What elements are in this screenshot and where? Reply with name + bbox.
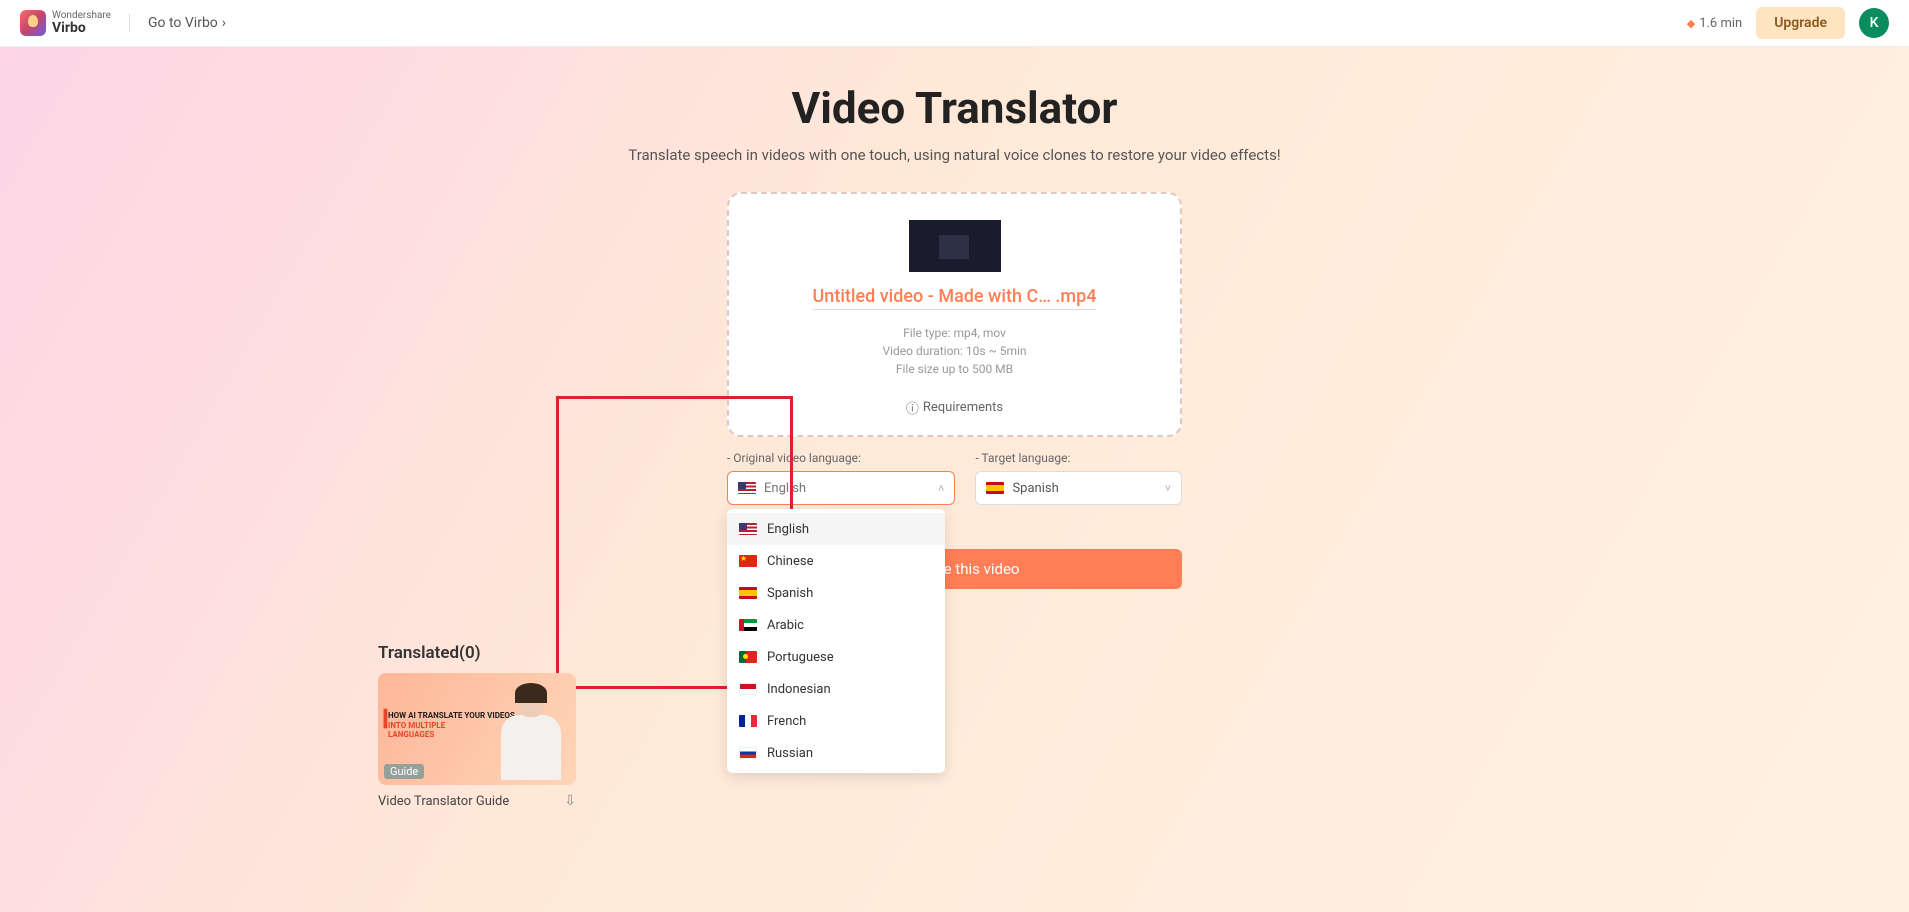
language-option[interactable]: Chinese xyxy=(727,545,945,577)
minutes-remaining[interactable]: ◆ 1.6 min xyxy=(1687,16,1742,31)
requirements-label: Requirements xyxy=(923,400,1003,415)
language-row: - Original video language: ˄ - Target la… xyxy=(727,451,1182,505)
chevron-right-icon: › xyxy=(222,15,226,31)
target-language-col: - Target language: Spanish ˅ xyxy=(975,451,1182,505)
original-language-col: - Original video language: ˄ xyxy=(727,451,955,505)
language-option[interactable]: Portuguese xyxy=(727,641,945,673)
upload-card[interactable]: Untitled video - Made with C… .mp4 File … xyxy=(727,192,1182,437)
target-language-value: Spanish xyxy=(1012,481,1058,496)
translated-heading: Translated(0) xyxy=(378,643,1909,663)
language-option[interactable]: Indonesian xyxy=(727,673,945,705)
language-option-label: Russian xyxy=(767,746,813,761)
chevron-down-icon: ˅ xyxy=(1165,482,1171,495)
brand-bottom: Virbo xyxy=(52,21,111,36)
go-to-virbo-label: Go to Virbo xyxy=(148,15,218,31)
language-option[interactable]: English xyxy=(727,513,945,545)
flag-ru-icon xyxy=(739,747,757,759)
language-option-label: Indonesian xyxy=(767,682,831,697)
brand-text: Wondershare Virbo xyxy=(52,10,111,36)
language-option-label: Arabic xyxy=(767,618,804,633)
requirements-link[interactable]: ⓘ Requirements xyxy=(749,398,1160,417)
app-header: Wondershare Virbo Go to Virbo › ◆ 1.6 mi… xyxy=(0,0,1909,47)
video-thumbnail xyxy=(909,220,1001,272)
flag-us-icon xyxy=(738,482,756,494)
user-avatar[interactable]: K xyxy=(1859,8,1889,38)
language-dropdown: English Chinese Spanish Arabic Portuguese Ind… xyxy=(727,509,945,773)
minutes-text: 1.6 min xyxy=(1699,16,1742,31)
guide-thumbnail: ▎ HOW AI TRANSLATE YOUR VIDEOS INTO MULT… xyxy=(378,673,576,785)
page-title: Video Translator xyxy=(0,82,1909,134)
language-option-label: French xyxy=(767,714,806,729)
file-type-info: File type: mp4, mov xyxy=(749,324,1160,342)
header-right: ◆ 1.6 min Upgrade K xyxy=(1687,7,1889,39)
brand-logo[interactable]: Wondershare Virbo xyxy=(20,10,111,36)
target-language-select[interactable]: Spanish ˅ xyxy=(975,471,1182,505)
guide-title: Video Translator Guide xyxy=(378,794,509,809)
language-option-label: Chinese xyxy=(767,554,813,569)
uploaded-file-name: Untitled video - Made with C… .mp4 xyxy=(813,286,1097,310)
header-divider xyxy=(129,14,130,32)
original-language-select[interactable]: ˄ xyxy=(727,471,955,505)
language-option[interactable]: French xyxy=(727,705,945,737)
flag-pt-icon xyxy=(739,651,757,663)
flag-es-icon xyxy=(986,482,1004,494)
language-option[interactable]: Arabic xyxy=(727,609,945,641)
language-option-label: English xyxy=(767,522,809,537)
flag-us-icon xyxy=(739,523,757,535)
diamond-icon: ◆ xyxy=(1687,17,1695,30)
flag-id-icon xyxy=(739,683,757,695)
original-language-label: - Original video language: xyxy=(727,451,955,465)
file-info: File type: mp4, mov Video duration: 10s … xyxy=(749,324,1160,378)
virbo-logo-icon xyxy=(20,10,46,36)
chevron-up-icon: ˄ xyxy=(938,482,944,495)
file-size-info: File size up to 500 MB xyxy=(749,360,1160,378)
language-option[interactable]: Spanish xyxy=(727,577,945,609)
upgrade-button[interactable]: Upgrade xyxy=(1756,7,1845,39)
main-content: Video Translator Translate speech in vid… xyxy=(0,47,1909,912)
question-circle-icon: ⓘ xyxy=(906,398,919,417)
header-left: Wondershare Virbo Go to Virbo › xyxy=(20,10,226,36)
flag-cn-icon xyxy=(739,555,757,567)
flag-es-icon xyxy=(739,587,757,599)
page-subtitle: Translate speech in videos with one touc… xyxy=(0,146,1909,164)
download-icon[interactable]: ⇩ xyxy=(564,793,576,809)
guide-badge: Guide xyxy=(384,764,424,779)
language-option[interactable]: Russian xyxy=(727,737,945,769)
target-language-label: - Target language: xyxy=(975,451,1182,465)
language-option-label: Spanish xyxy=(767,586,813,601)
flag-ae-icon xyxy=(739,619,757,631)
flag-fr-icon xyxy=(739,715,757,727)
language-option-label: Portuguese xyxy=(767,650,834,665)
guide-person-icon xyxy=(492,687,570,785)
original-language-input[interactable] xyxy=(764,481,930,496)
guide-card[interactable]: ▎ HOW AI TRANSLATE YOUR VIDEOS INTO MULT… xyxy=(378,673,576,809)
go-to-virbo-link[interactable]: Go to Virbo › xyxy=(148,15,226,31)
file-duration-info: Video duration: 10s ~ 5min xyxy=(749,342,1160,360)
guide-title-row: Video Translator Guide ⇩ xyxy=(378,793,576,809)
